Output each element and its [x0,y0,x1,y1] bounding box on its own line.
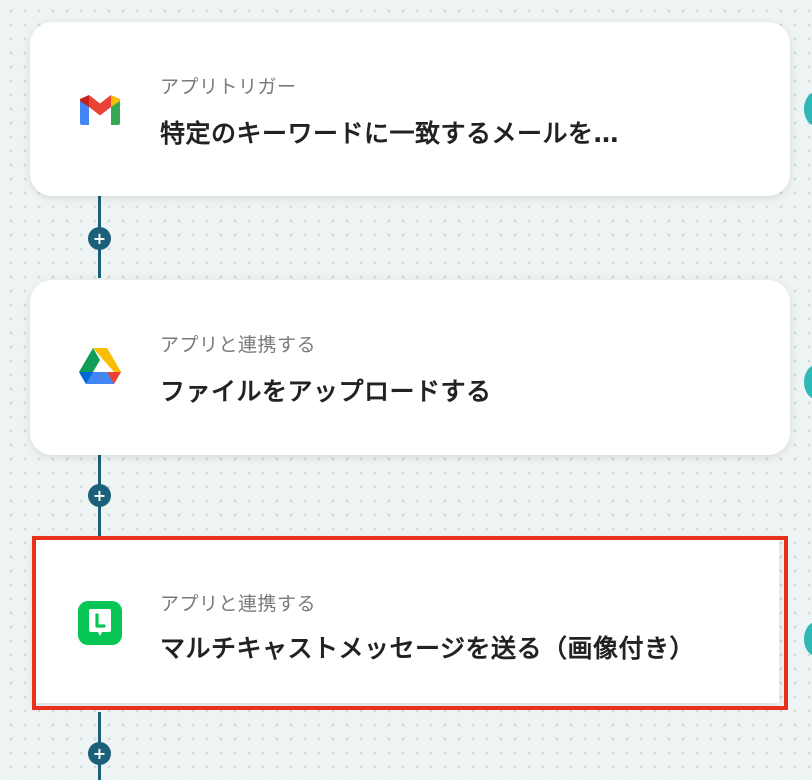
step-title: マルチキャストメッセージを送る（画像付き） [160,634,696,663]
step-subtitle: アプリと連携する [160,593,317,615]
line-icon [78,601,122,645]
add-step-button[interactable]: + [88,742,111,765]
step-status-indicator[interactable] [804,365,812,399]
step-subtitle: アプリトリガー [160,76,297,98]
add-step-button[interactable]: + [88,484,111,507]
step-title: ファイルをアップロードする [160,377,492,406]
step-title: 特定のキーワードに一致するメールを… [160,119,620,148]
gmail-icon [80,95,120,125]
step-status-indicator[interactable] [804,92,812,126]
flow-step-card-line[interactable]: アプリと連携する マルチキャストメッセージを送る（画像付き） [33,537,779,703]
step-subtitle: アプリと連携する [160,334,317,356]
add-step-button[interactable]: + [88,227,111,250]
flow-step-card-gmail[interactable]: アプリトリガー 特定のキーワードに一致するメールを… [30,22,790,196]
google-drive-icon [79,348,121,384]
step-status-indicator[interactable] [804,622,812,656]
flow-step-card-google-drive[interactable]: アプリと連携する ファイルをアップロードする [30,280,790,455]
